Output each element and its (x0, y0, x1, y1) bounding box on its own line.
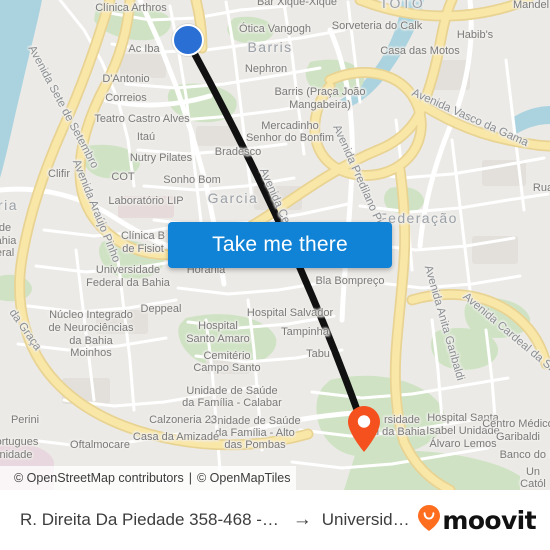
take-me-there-button[interactable]: Take me there (168, 222, 392, 268)
origin-marker[interactable] (172, 24, 204, 56)
moovit-pin-icon (418, 504, 441, 536)
origin-address-label: R. Direita Da Piedade 358-468 - Ca... (20, 510, 283, 529)
map-canvas[interactable]: Clínica Arthros Ac Iba D'Antonio Correios Te… (0, 0, 550, 490)
attribution-tiles[interactable]: © OpenMapTiles (197, 471, 291, 485)
moovit-logo[interactable]: moovit (418, 504, 537, 536)
attribution-separator: | (188, 471, 192, 485)
moovit-route-screen: Clínica Arthros Ac Iba D'Antonio Correios Te… (0, 0, 550, 550)
arrow-right-icon: → (292, 509, 312, 530)
destination-address-label: Universidad... (321, 510, 419, 529)
destination-marker[interactable] (348, 406, 380, 452)
map-attribution: © OpenStreetMap contributors | © OpenMap… (0, 466, 297, 490)
attribution-osm[interactable]: © OpenStreetMap contributors (14, 471, 184, 485)
moovit-wordmark: moovit (442, 505, 536, 535)
route-summary[interactable]: R. Direita Da Piedade 358-468 - Ca... → … (20, 509, 418, 531)
route-footer-bar: R. Direita Da Piedade 358-468 - Ca... → … (0, 490, 550, 550)
